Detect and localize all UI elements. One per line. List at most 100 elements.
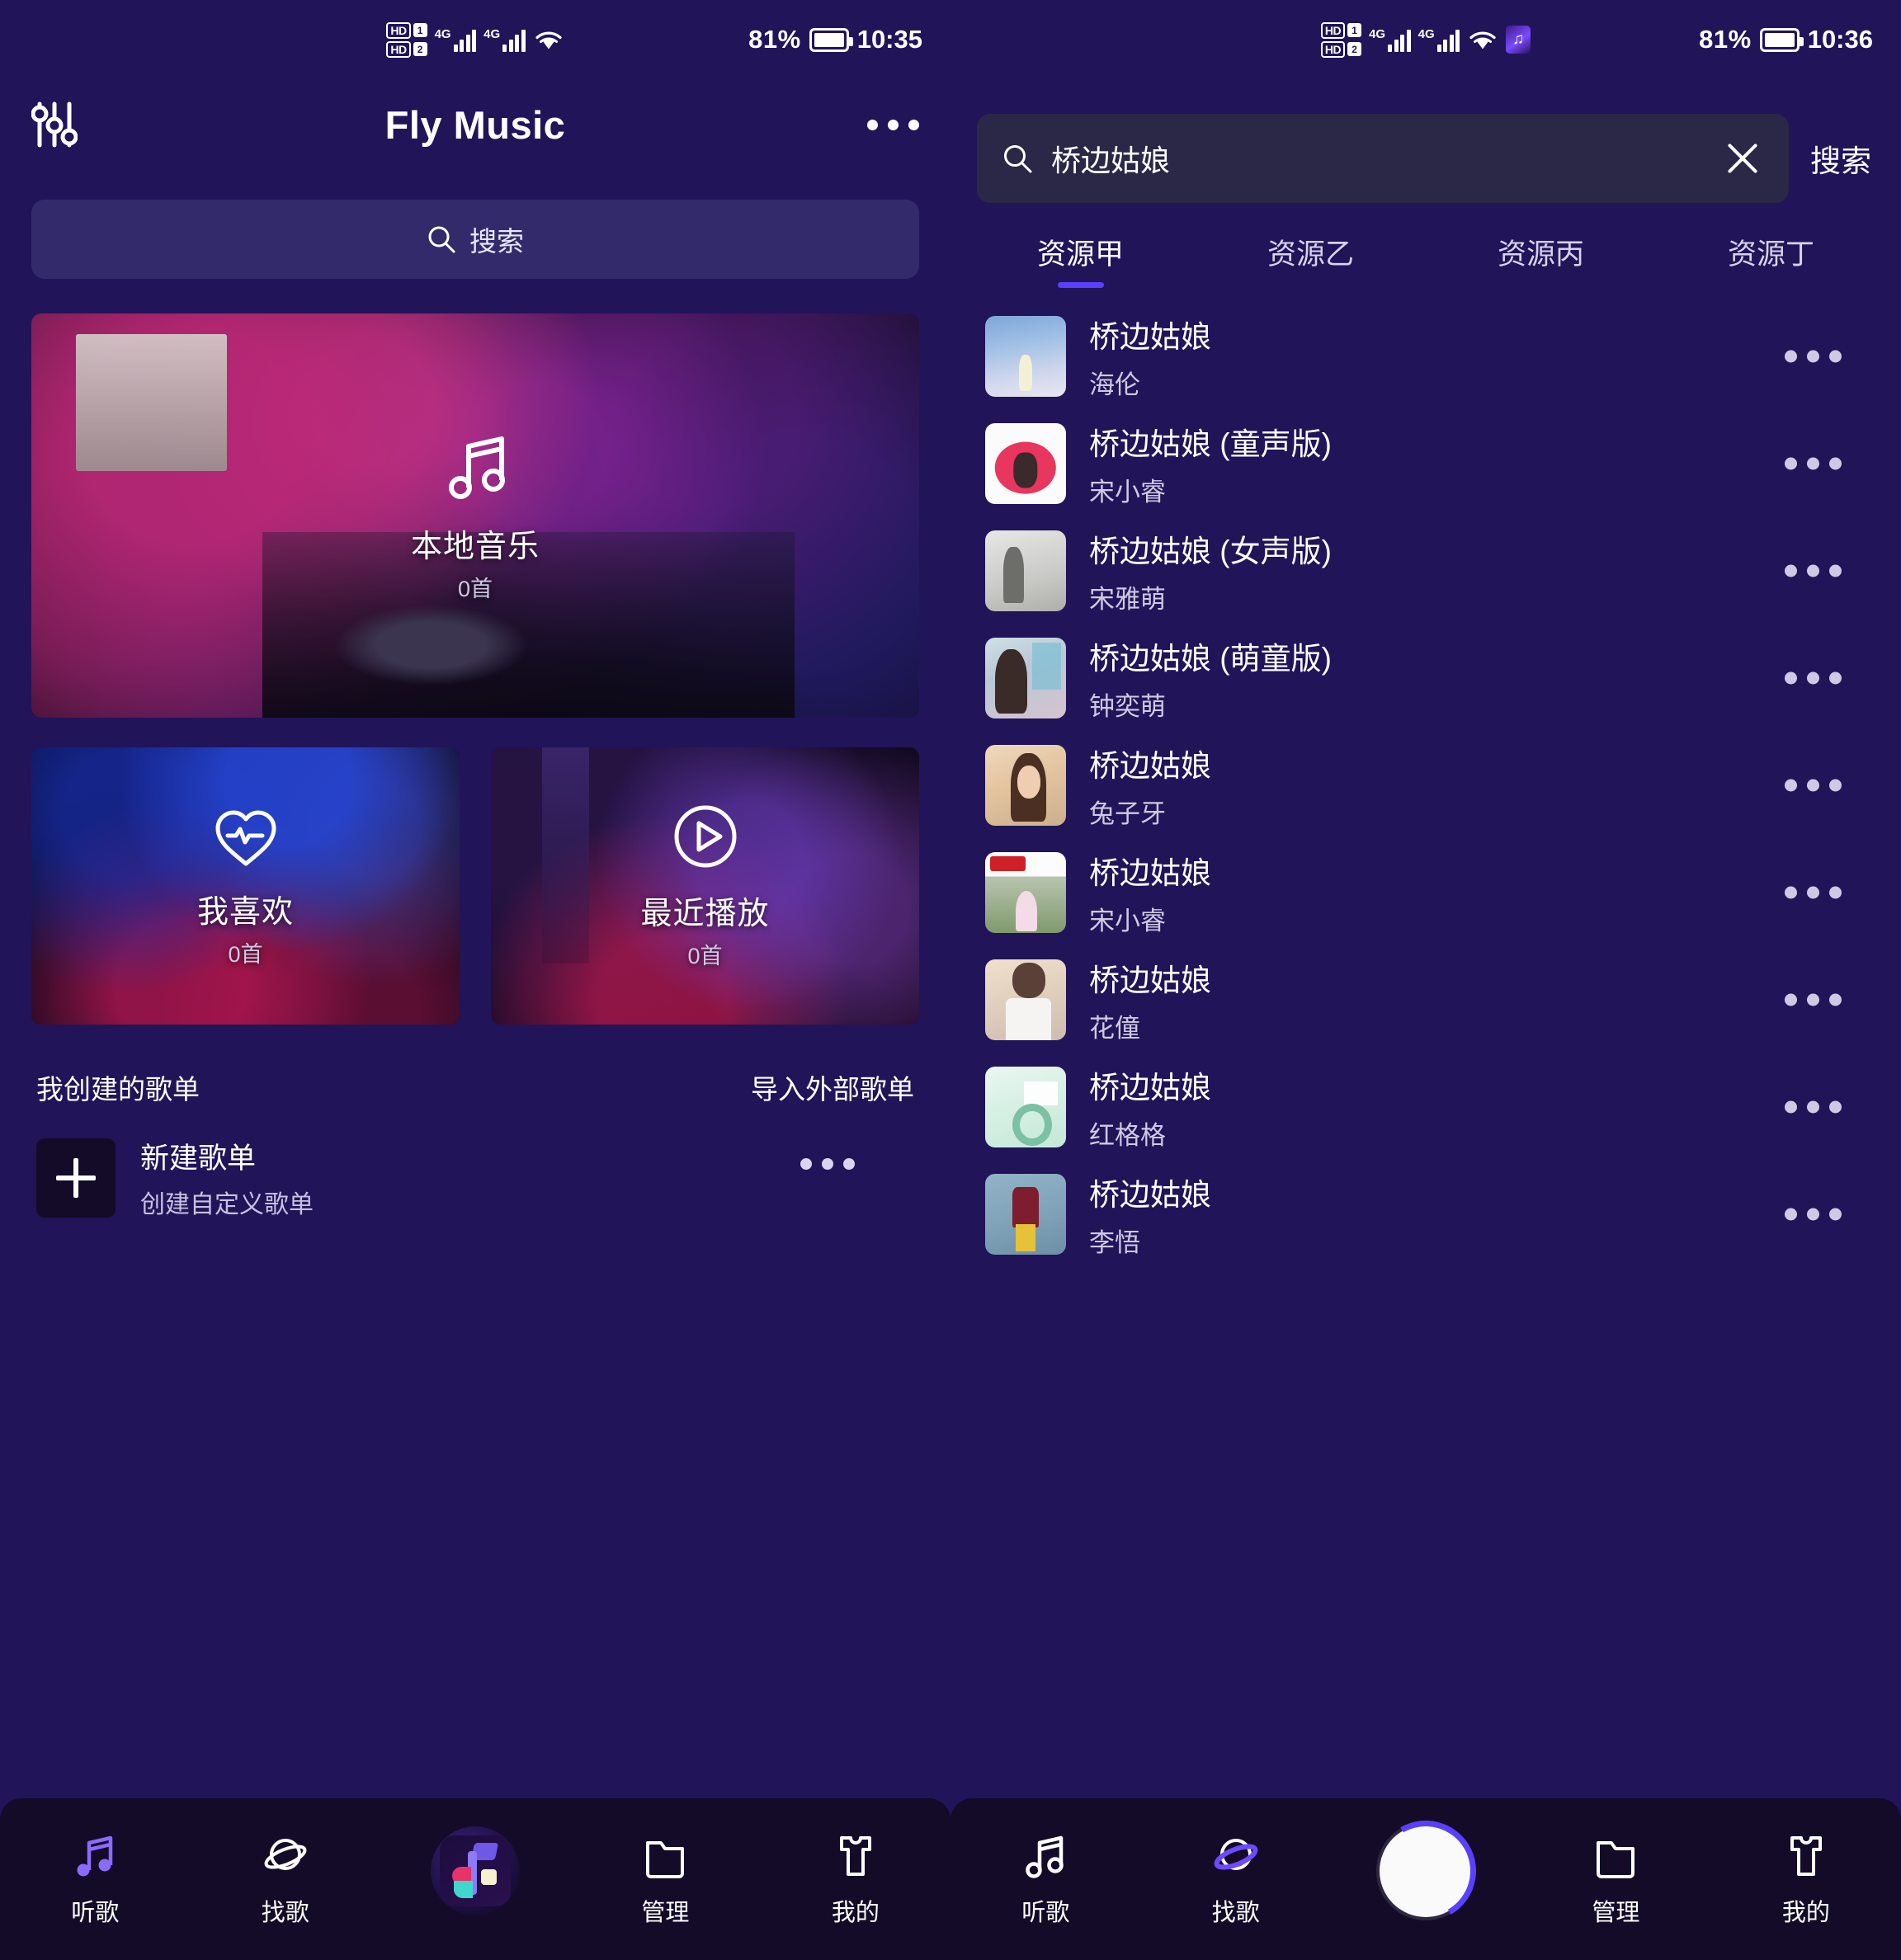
- clock: 10:36: [1807, 25, 1873, 54]
- hd-label-1: HD: [386, 21, 411, 39]
- playlist-item-new[interactable]: 新建歌单 创建自定义歌单: [0, 1107, 950, 1220]
- search-button[interactable]: 搜索: [1804, 136, 1884, 181]
- song-title: 桥边姑娘 (萌童版): [1089, 642, 1332, 676]
- nav-item-manage[interactable]: 管理: [570, 1830, 760, 1928]
- bottom-nav-right: 听歌 找歌 管理 我的: [950, 1798, 1901, 1960]
- album-cover: [985, 530, 1066, 611]
- close-icon[interactable]: [1721, 137, 1764, 180]
- tab-source-b[interactable]: 资源乙: [1196, 231, 1426, 291]
- card-recent[interactable]: 最近播放 0首: [491, 747, 919, 1025]
- song-row[interactable]: 桥边姑娘 海伦: [950, 303, 1901, 410]
- card-title: 我喜欢: [196, 895, 294, 930]
- song-artist: 海伦: [1089, 370, 1140, 399]
- playlists-header: 我创建的歌单 导入外部歌单: [0, 1025, 950, 1107]
- song-more-icon[interactable]: [1785, 457, 1842, 470]
- nav-item-mine[interactable]: 我的: [1711, 1830, 1901, 1928]
- album-cover: [985, 852, 1066, 933]
- shirt-icon: [1781, 1830, 1832, 1882]
- sim-number-1: 1: [1347, 23, 1362, 37]
- tab-source-c[interactable]: 资源丙: [1426, 231, 1656, 291]
- tab-source-a[interactable]: 资源甲: [965, 231, 1196, 291]
- nav-item-listen[interactable]: 听歌: [950, 1830, 1140, 1928]
- home-search-container: 搜索: [0, 170, 950, 279]
- song-row[interactable]: 桥边姑娘 兔子牙: [950, 732, 1901, 839]
- playlist-desc: 创建自定义歌单: [140, 1191, 314, 1218]
- status-right: 81% 10:35: [748, 25, 922, 54]
- song-more-icon[interactable]: [1785, 1100, 1842, 1114]
- song-row[interactable]: 桥边姑娘 宋小睿: [950, 839, 1901, 946]
- song-more-icon[interactable]: [1785, 886, 1842, 899]
- search-input[interactable]: 桥边姑娘: [977, 114, 1789, 203]
- song-more-icon[interactable]: [1785, 564, 1842, 577]
- song-title: 桥边姑娘: [1089, 320, 1211, 354]
- song-row[interactable]: 桥边姑娘 红格格: [950, 1053, 1901, 1161]
- music-note-icon: [1020, 1830, 1071, 1882]
- status-bar-left: HD 1 HD 2 4G 4G 81% 10:35: [0, 0, 950, 79]
- song-artist: 钟奕萌: [1089, 692, 1166, 721]
- song-title: 桥边姑娘 (女声版): [1089, 535, 1332, 568]
- wifi-icon: [535, 31, 562, 49]
- song-row[interactable]: 桥边姑娘 (童声版) 宋小睿: [950, 410, 1901, 517]
- battery-icon: [809, 27, 853, 52]
- card-count: 0首: [687, 944, 723, 968]
- search-placeholder: 搜索: [469, 226, 524, 257]
- signal-icon-2: 4G: [1418, 27, 1460, 52]
- song-more-icon[interactable]: [1785, 350, 1842, 363]
- home-cards: 本地音乐 0首 我喜欢 0首 最近播放 0首: [0, 279, 950, 1025]
- card-local-music[interactable]: 本地音乐 0首: [31, 313, 919, 718]
- nav-item-now-playing[interactable]: [1331, 1809, 1521, 1934]
- tab-underline: [1057, 282, 1104, 288]
- search-icon: [1004, 145, 1032, 173]
- nav-item-discover[interactable]: 找歌: [1140, 1830, 1330, 1928]
- tab-label: 资源乙: [1267, 238, 1354, 271]
- sim-number-2: 2: [1347, 42, 1362, 56]
- song-artist: 兔子牙: [1089, 799, 1166, 828]
- song-row[interactable]: 桥边姑娘 李悟: [950, 1161, 1901, 1268]
- nav-item-mine[interactable]: 我的: [761, 1830, 950, 1928]
- song-row[interactable]: 桥边姑娘 花僮: [950, 946, 1901, 1053]
- nav-item-app-logo[interactable]: [380, 1826, 570, 1932]
- playlists-section-title: 我创建的歌单: [36, 1074, 200, 1105]
- import-playlist-button[interactable]: 导入外部歌单: [751, 1067, 914, 1107]
- search-bar-row: 桥边姑娘 搜索: [950, 79, 1901, 203]
- equalizer-icon[interactable]: [31, 101, 78, 148]
- tab-label: 资源丙: [1497, 238, 1584, 271]
- song-more-icon[interactable]: [1785, 779, 1842, 792]
- music-note-icon: [69, 1830, 120, 1882]
- nav-item-listen[interactable]: 听歌: [0, 1830, 190, 1928]
- song-more-icon[interactable]: [1785, 993, 1842, 1006]
- battery-icon: [1759, 27, 1804, 52]
- song-more-icon[interactable]: [1785, 671, 1842, 685]
- dual-screenshot: HD 1 HD 2 4G 4G 81% 10:35 Fly Music 搜索 本…: [0, 0, 1901, 1960]
- folder-icon: [639, 1830, 691, 1882]
- album-cover: [985, 959, 1066, 1040]
- network-type-2: 4G: [1417, 27, 1435, 41]
- nav-item-discover[interactable]: 找歌: [190, 1830, 380, 1928]
- source-tabs: 资源甲 资源乙 资源丙 资源丁: [950, 231, 1901, 291]
- nav-item-manage[interactable]: 管理: [1521, 1830, 1710, 1928]
- clock: 10:35: [856, 25, 922, 54]
- search-input[interactable]: 搜索: [31, 200, 919, 279]
- more-options-icon[interactable]: [867, 119, 919, 130]
- song-more-icon[interactable]: [1785, 1208, 1842, 1221]
- nav-label: 找歌: [261, 1900, 309, 1926]
- song-artist: 花僮: [1089, 1014, 1140, 1043]
- search-results-list: 桥边姑娘 海伦 桥边姑娘 (童声版) 宋小睿 桥边姑娘 (女声版) 宋雅萌 桥边…: [950, 303, 1901, 1268]
- song-row[interactable]: 桥边姑娘 (萌童版) 钟奕萌: [950, 624, 1901, 732]
- battery-percent: 81%: [1699, 25, 1752, 54]
- song-title: 桥边姑娘: [1089, 856, 1211, 890]
- plus-icon: [36, 1138, 116, 1218]
- screen-search-results: HD 1 HD 2 4G 4G ♫ 81% 10:36 桥边姑娘 搜索 资源甲 …: [950, 0, 1901, 1960]
- nav-label: 管理: [1592, 1900, 1640, 1926]
- album-cover: [985, 1174, 1066, 1255]
- hd-label-2: HD: [386, 40, 411, 58]
- song-row[interactable]: 桥边姑娘 (女声版) 宋雅萌: [950, 517, 1901, 624]
- song-title: 桥边姑娘 (童声版): [1089, 427, 1332, 461]
- signal-icon-2: 4G: [484, 27, 526, 52]
- song-artist: 宋小睿: [1089, 907, 1166, 935]
- planet-icon: [1210, 1830, 1262, 1882]
- playlist-more-icon[interactable]: [800, 1157, 855, 1170]
- card-liked[interactable]: 我喜欢 0首: [31, 747, 460, 1025]
- hd-label-1: HD: [1320, 21, 1346, 39]
- tab-source-d[interactable]: 资源丁: [1656, 231, 1886, 291]
